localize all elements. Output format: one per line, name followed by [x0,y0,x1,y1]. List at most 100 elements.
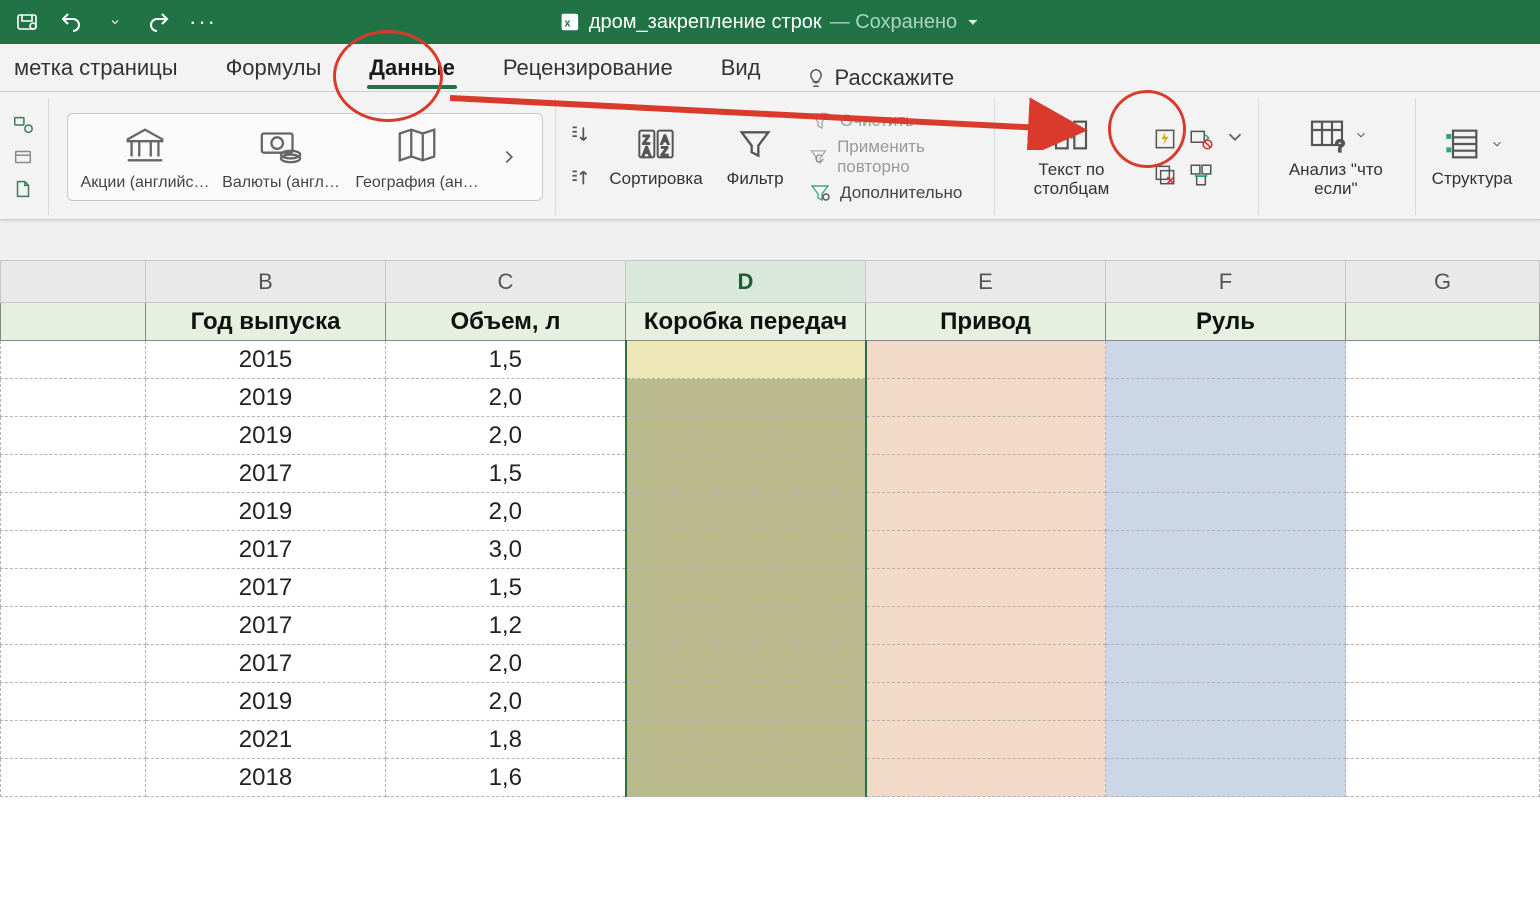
data-types-gallery[interactable]: Акции (английс… Валюты (англ… География … [67,113,543,201]
tab-view[interactable]: Вид [717,45,765,91]
tab-data[interactable]: Данные [365,45,459,91]
cell[interactable] [866,607,1106,645]
cell[interactable] [866,569,1106,607]
cell[interactable] [1346,721,1540,759]
cell[interactable] [866,379,1106,417]
cell[interactable]: 2015 [146,341,386,379]
autosave-icon[interactable] [14,9,40,35]
cell[interactable] [866,455,1106,493]
document-title[interactable]: x дром_закрепление строк — Сохранено [559,11,981,34]
cell[interactable] [1,379,146,417]
cell[interactable]: 2019 [146,683,386,721]
data-header-row[interactable]: Год выпускаОбъем, лКоробка передачПривод… [1,303,1540,341]
table-row[interactable]: 20171,5 [1,455,1540,493]
cell[interactable] [626,569,866,607]
cell[interactable] [866,493,1106,531]
tab-page-layout[interactable]: метка страницы [10,45,182,91]
table-row[interactable]: 20181,6 [1,759,1540,797]
cell[interactable] [1,759,146,797]
chevron-down-icon[interactable] [1354,128,1368,142]
cell[interactable] [1,607,146,645]
more-icon[interactable]: ··· [190,9,216,35]
tell-me[interactable]: Расскажите [805,65,955,91]
table-row[interactable]: 20192,0 [1,417,1540,455]
sort-asc-icon[interactable] [566,122,592,148]
cell[interactable] [626,341,866,379]
table-row[interactable]: 20192,0 [1,379,1540,417]
cell[interactable]: 2017 [146,455,386,493]
column-headers-row[interactable]: B C D E F G [1,261,1540,303]
cell[interactable] [626,455,866,493]
cell[interactable] [1,493,146,531]
undo-icon[interactable] [58,9,84,35]
cell[interactable]: 2021 [146,721,386,759]
cell[interactable]: 2017 [146,569,386,607]
remove-duplicates-icon[interactable] [1152,162,1178,188]
col-header-C[interactable]: C [386,261,626,303]
cell[interactable] [1346,683,1540,721]
cell[interactable]: 2019 [146,493,386,531]
outline-button[interactable]: Структура [1426,124,1518,189]
cell[interactable] [1,455,146,493]
data-type-geography[interactable]: География (ан… [362,122,472,192]
undo-dropdown-icon[interactable] [102,9,128,35]
cell[interactable]: 2019 [146,379,386,417]
cell[interactable]: 2,0 [386,493,626,531]
cell[interactable]: 2,0 [386,417,626,455]
cell[interactable]: 2017 [146,645,386,683]
cell[interactable]: 1,5 [386,569,626,607]
queries-icon[interactable] [10,112,36,138]
cell[interactable]: 2,0 [386,645,626,683]
cell[interactable] [1106,683,1346,721]
chevron-down-icon[interactable] [965,14,981,30]
worksheet-grid[interactable]: B C D E F G Год выпускаОбъем, лКоробка п… [0,260,1540,906]
cell[interactable] [1106,417,1346,455]
data-type-currency[interactable]: Валюты (англ… [226,122,336,192]
data-validation-icon[interactable] [1188,126,1214,152]
cell[interactable] [626,721,866,759]
col-header-E[interactable]: E [866,261,1106,303]
cell[interactable]: 2017 [146,607,386,645]
cell[interactable] [866,341,1106,379]
cell[interactable]: 2,0 [386,379,626,417]
cell[interactable]: 2,0 [386,683,626,721]
consolidate-icon[interactable] [1188,162,1214,188]
cell[interactable] [1,683,146,721]
tab-review[interactable]: Рецензирование [499,45,677,91]
col-header-G[interactable]: G [1346,261,1540,303]
cell[interactable] [1106,379,1346,417]
cell[interactable] [1346,417,1540,455]
cell[interactable]: 3,0 [386,531,626,569]
data-type-stocks[interactable]: Акции (английс… [90,122,200,192]
cell[interactable] [1346,569,1540,607]
table-row[interactable]: 20172,0 [1,645,1540,683]
chevron-right-icon[interactable] [498,146,520,168]
cell[interactable] [626,759,866,797]
cell[interactable]: Объем, л [386,303,626,341]
cell[interactable] [1346,493,1540,531]
chevron-down-icon[interactable] [1224,126,1246,148]
cell[interactable]: 1,8 [386,721,626,759]
whatif-button[interactable]: ? Анализ "что если" [1269,115,1403,198]
col-header-A[interactable] [1,261,146,303]
cell[interactable] [1,417,146,455]
cell[interactable]: 1,5 [386,455,626,493]
edit-links-icon[interactable] [10,176,36,202]
filter-button[interactable]: Фильтр [720,124,790,189]
cell[interactable] [626,379,866,417]
sort-button[interactable]: ZAAZ Сортировка [610,124,702,189]
cell[interactable]: Год выпуска [146,303,386,341]
cell[interactable] [1106,645,1346,683]
cell[interactable] [866,721,1106,759]
cell[interactable] [866,417,1106,455]
tab-formulas[interactable]: Формулы [222,45,326,91]
cell[interactable] [866,759,1106,797]
cell[interactable] [1106,607,1346,645]
col-header-B[interactable]: B [146,261,386,303]
cell[interactable] [1346,341,1540,379]
cell[interactable] [1346,531,1540,569]
cell[interactable] [1,531,146,569]
advanced-filter[interactable]: Дополнительно [808,181,982,205]
cell[interactable]: 1,2 [386,607,626,645]
flash-fill-icon[interactable] [1152,126,1178,152]
